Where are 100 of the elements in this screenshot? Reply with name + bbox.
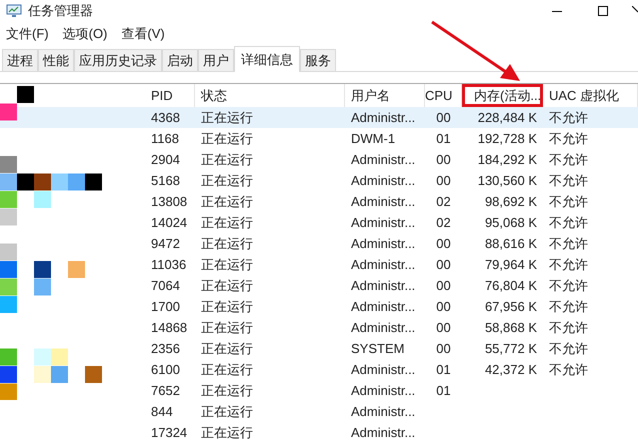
table-row[interactable]: 14868 正在运行 Administr... 00 58,868 K 不允许	[145, 317, 638, 338]
tab[interactable]: 服务	[300, 49, 336, 71]
table-cell-text: 正在运行	[200, 340, 254, 358]
table-cell-text: 42,372 K	[484, 360, 538, 379]
table-row[interactable]: 7652 正在运行 Administr... 01	[145, 380, 638, 401]
table-cell-text: 00	[435, 172, 452, 190]
table-row[interactable]: 11036 正在运行 Administr... 00 79,964 K 不允许	[145, 254, 638, 275]
menu-item[interactable]: 文件(F)	[2, 24, 53, 44]
table-cell-text: Administr...	[350, 192, 416, 211]
table-cell-text: Administr...	[350, 172, 416, 190]
table-row[interactable]: 5168 正在运行 Administr... 00 130,560 K 不允许	[145, 170, 638, 191]
table-row[interactable]: 1168 正在运行 DWM-1 01 192,728 K 不允许	[145, 128, 638, 149]
table-cell-text: 正在运行	[200, 276, 254, 295]
table-cell-text: 正在运行	[200, 424, 254, 442]
menu-item[interactable]: 查看(V)	[117, 24, 169, 44]
table-cell-text: 95,068 K	[484, 214, 538, 232]
table-cell-text: 00	[435, 150, 452, 169]
table-cell-text: 17324	[150, 424, 188, 442]
tab[interactable]: 用户	[198, 49, 234, 71]
table-cell-text: 2904	[150, 150, 181, 169]
table-row[interactable]: 9472 正在运行 Administr... 00 88,616 K 不允许	[145, 233, 638, 254]
monitor-icon	[6, 4, 22, 18]
table-cell-text: 正在运行	[200, 192, 254, 211]
table-cell-text: Administr...	[350, 318, 416, 337]
table-cell-text: Administr...	[350, 276, 416, 295]
table-cell-text: 正在运行	[200, 234, 254, 253]
table-cell-text: 02	[435, 214, 452, 232]
tab[interactable]: 应用历史记录	[74, 49, 162, 71]
table-cell-text: 正在运行	[200, 214, 254, 232]
table-cell-text: 不允许	[548, 192, 589, 211]
table-cell-text: Administr...	[350, 298, 416, 316]
table-cell-text: 00	[435, 108, 452, 127]
table-cell-text: 76,804 K	[484, 276, 538, 295]
table-row[interactable]: 2904 正在运行 Administr... 00 184,292 K 不允许	[145, 149, 638, 170]
table-cell-text: 正在运行	[200, 172, 254, 190]
table-cell-text: 00	[435, 256, 452, 274]
table-cell-text: 01	[435, 360, 452, 379]
table-cell-text: 13808	[150, 192, 188, 211]
table-cell-text: 7652	[150, 382, 181, 400]
table-cell-text: DWM-1	[350, 130, 396, 148]
table-cell-text: 不允许	[548, 172, 589, 190]
minimize-icon	[552, 10, 562, 12]
table-cell-text: 正在运行	[200, 150, 254, 169]
table-cell-text: 正在运行	[200, 108, 254, 127]
table-cell-text: 14024	[150, 214, 188, 232]
table-cell-text: Administr...	[350, 424, 416, 442]
maximize-icon	[598, 6, 608, 16]
table-cell-text: 不允许	[548, 150, 589, 169]
column-header[interactable]: 内存(活动...	[462, 84, 543, 107]
table-cell-text: 02	[435, 192, 452, 211]
table-row[interactable]: 7064 正在运行 Administr... 00 76,804 K 不允许	[145, 275, 638, 296]
table-row[interactable]: 13808 正在运行 Administr... 02 98,692 K 不允许	[145, 191, 638, 212]
table-cell-text: 11036	[150, 256, 188, 274]
table-row[interactable]: 4368 正在运行 Administr... 00 228,484 K 不允许	[0, 107, 638, 128]
table-cell-text: 7064	[150, 276, 181, 295]
table-cell-text: 58,868 K	[484, 318, 538, 337]
table-cell-text: 844	[150, 402, 174, 421]
table-cell-text: 正在运行	[200, 318, 254, 337]
table-cell-text: 4368	[150, 108, 181, 127]
table-cell-text: 不允许	[548, 298, 589, 316]
table-row[interactable]: 844 正在运行 Administr...	[145, 401, 638, 422]
table-cell-text: 00	[435, 276, 452, 295]
table-cell-text: 不允许	[548, 256, 589, 274]
table-cell-text: 正在运行	[200, 298, 254, 316]
table-row[interactable]: 14024 正在运行 Administr... 02 95,068 K 不允许	[145, 212, 638, 233]
tab[interactable]: 启动	[162, 49, 198, 71]
table-cell-text: 00	[435, 234, 452, 253]
table-cell-text: Administr...	[350, 360, 416, 379]
table-cell-text: 228,484 K	[476, 108, 538, 127]
table-cell-text: Administr...	[350, 214, 416, 232]
table-cell-text: 1168	[150, 130, 180, 148]
table-cell-text: 正在运行	[200, 360, 254, 379]
menu-item[interactable]: 选项(O)	[58, 24, 112, 44]
table-cell-text: 不允许	[548, 130, 589, 148]
table-cell-text: 5168	[150, 172, 181, 190]
tab[interactable]: 详细信息	[234, 46, 300, 72]
table-row[interactable]: 6100 正在运行 Administr... 01 42,372 K 不允许	[145, 359, 638, 380]
table-cell-text: 2356	[150, 340, 181, 358]
window-title: 任务管理器	[28, 2, 93, 20]
table-row[interactable]: 2356 正在运行 SYSTEM 00 55,772 K 不允许	[145, 338, 638, 359]
table-cell-text: 1700	[150, 298, 181, 316]
table-cell-text: 67,956 K	[484, 298, 538, 316]
table-cell-text: Administr...	[350, 108, 416, 127]
table-cell-text: 不允许	[548, 360, 589, 379]
tab[interactable]: 进程	[2, 49, 38, 71]
table-cell-text: 98,692 K	[484, 192, 538, 211]
table-cell-text: 正在运行	[200, 402, 254, 421]
table-cell-text: 01	[435, 130, 452, 148]
table-cell-text: SYSTEM	[350, 340, 406, 358]
table-cell-text: 6100	[150, 360, 181, 379]
table-cell-text: 不允许	[548, 318, 589, 337]
table-cell-text: 88,616 K	[484, 234, 538, 253]
table-cell-text: 正在运行	[200, 382, 254, 400]
table-cell-text: 130,560 K	[476, 172, 538, 190]
tab[interactable]: 性能	[38, 49, 74, 71]
table-cell-text: 184,292 K	[476, 150, 538, 169]
table-row[interactable]: 17324 正在运行 Administr...	[145, 422, 638, 443]
table-cell-text: 192,728 K	[476, 130, 538, 148]
table-row[interactable]: 1700 正在运行 Administr... 00 67,956 K 不允许	[145, 296, 638, 317]
table-cell-text: 01	[435, 382, 452, 400]
